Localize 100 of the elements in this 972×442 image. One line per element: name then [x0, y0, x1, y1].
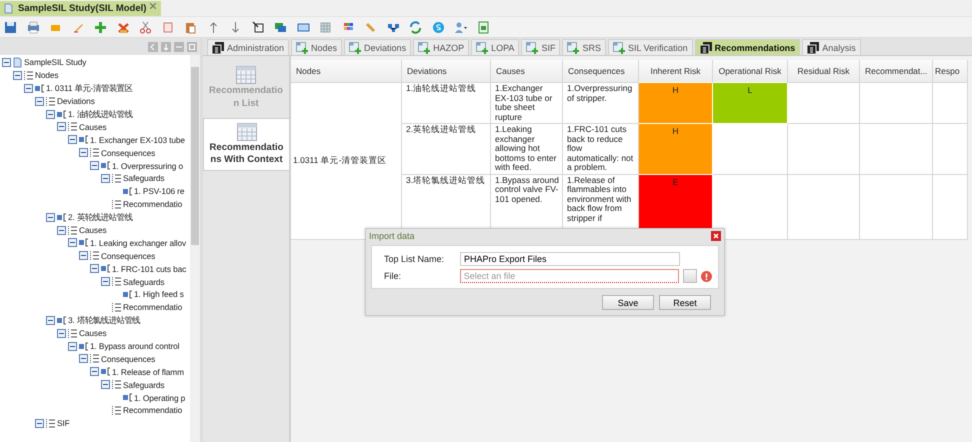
- tab[interactable]: Deviations: [344, 39, 412, 55]
- tree-item[interactable]: SampleSIL Study: [24, 57, 86, 68]
- tree-item[interactable]: 1. 油轮线进站管线: [68, 108, 132, 120]
- tree-item[interactable]: 1. Release of flamm: [112, 366, 184, 377]
- circle-icon[interactable]: [432, 20, 444, 34]
- copy-icon[interactable]: [162, 20, 174, 34]
- column-header[interactable]: Causes: [490, 60, 562, 82]
- tree-item[interactable]: Safeguards: [123, 173, 164, 184]
- tree-item[interactable]: 1. 0311 单元-清管装置区: [46, 82, 133, 94]
- tree-item[interactable]: 1. Bypass around control: [90, 341, 180, 352]
- collapse-icon[interactable]: [101, 277, 110, 286]
- column-header[interactable]: Operational Risk: [712, 60, 788, 82]
- tree-item[interactable]: 1. Overpressuring o: [112, 160, 183, 171]
- close-icon[interactable]: [711, 231, 721, 241]
- tree-item[interactable]: Nodes: [35, 70, 58, 80]
- tree-item[interactable]: 1. High feed s: [134, 289, 184, 300]
- collapse-icon[interactable]: [46, 110, 55, 118]
- tree-item[interactable]: Consequences: [101, 354, 156, 364]
- tree-item[interactable]: Causes: [79, 122, 107, 132]
- save-icon[interactable]: [4, 20, 17, 34]
- collapse-icon[interactable]: [68, 342, 77, 351]
- window-icon[interactable]: [274, 20, 287, 34]
- column-header[interactable]: Nodes: [291, 60, 402, 82]
- refresh-icon[interactable]: [409, 20, 422, 34]
- tab[interactable]: SIL Verification: [608, 39, 693, 55]
- print-icon[interactable]: [26, 20, 40, 34]
- dialog-button[interactable]: Reset: [659, 295, 711, 310]
- collapse-icon[interactable]: [90, 264, 99, 274]
- tab[interactable]: SRS: [562, 39, 606, 55]
- column-header[interactable]: Respo: [932, 60, 968, 82]
- document-tab[interactable]: SampleSIL Study(SIL Model): [0, 1, 162, 16]
- cut-icon[interactable]: [139, 20, 152, 34]
- collapse-icon[interactable]: [90, 367, 99, 376]
- down-icon[interactable]: [229, 20, 242, 34]
- tree-item[interactable]: Safeguards: [123, 276, 164, 287]
- collapse-icon[interactable]: [57, 122, 66, 132]
- tree-item[interactable]: Recommendatio: [123, 405, 182, 416]
- collapse-icon[interactable]: [13, 70, 22, 80]
- tab[interactable]: HAZOP: [413, 39, 470, 55]
- table-add-icon: [349, 42, 362, 54]
- table-add-icon: [476, 42, 488, 54]
- input-field[interactable]: Select an file: [460, 269, 680, 283]
- tree-item[interactable]: Recommendatio: [123, 302, 182, 312]
- tree-item[interactable]: 2. 英轮线进站管线: [68, 212, 132, 223]
- input-field[interactable]: PHAPro Export Files: [460, 252, 680, 266]
- dialog-button[interactable]: Save: [602, 295, 654, 310]
- tree-item[interactable]: Safeguards: [123, 380, 164, 390]
- record-icon: [56, 314, 67, 326]
- tab[interactable]: Administration: [207, 39, 290, 55]
- column-header[interactable]: Recommendat...: [860, 60, 932, 82]
- tab[interactable]: Analysis: [802, 39, 861, 55]
- tree-item[interactable]: SIF: [57, 418, 70, 428]
- tab[interactable]: LOPA: [471, 39, 520, 55]
- collapse-icon[interactable]: [101, 380, 110, 390]
- delete-icon[interactable]: [116, 20, 130, 34]
- tree-item[interactable]: 1. Exchanger EX-103 tube: [90, 134, 185, 145]
- column-header[interactable]: Inherent Risk: [638, 60, 712, 82]
- field-label: Top List Name:: [384, 254, 446, 264]
- field-label: File:: [384, 271, 402, 281]
- tree-item[interactable]: Recommendatio: [123, 199, 182, 210]
- collapse-icon[interactable]: [57, 328, 66, 338]
- tree-item[interactable]: 1. FRC-101 cuts bac: [112, 264, 186, 274]
- tree-item[interactable]: Causes: [79, 328, 107, 338]
- collapse-icon[interactable]: [46, 316, 55, 325]
- collapse-icon[interactable]: [79, 148, 88, 158]
- scrollbar[interactable]: [190, 55, 200, 442]
- add-icon[interactable]: [94, 20, 107, 34]
- tree-item[interactable]: Consequences: [101, 250, 156, 261]
- tree-item[interactable]: Consequences: [101, 148, 156, 158]
- collapse-icon[interactable]: [2, 58, 11, 67]
- tab[interactable]: Nodes: [291, 39, 342, 55]
- collapse-icon[interactable]: [101, 174, 110, 183]
- tree-item[interactable]: Deviations: [57, 96, 95, 106]
- collapse-icon[interactable]: [90, 161, 99, 170]
- report-item[interactable]: Recommendations With Context: [203, 118, 289, 172]
- collapse-icon[interactable]: [57, 226, 66, 235]
- collapse-icon[interactable]: [79, 251, 88, 260]
- collapse-icon[interactable]: [24, 84, 33, 93]
- column-header[interactable]: Deviations: [402, 60, 490, 82]
- table-cell: 1.Leaking exchanger allowing hot bottoms to enter with feed.: [490, 124, 562, 174]
- collapse-icon[interactable]: [79, 354, 88, 364]
- column-header[interactable]: Consequences: [562, 60, 638, 82]
- collapse-icon[interactable]: [68, 135, 77, 144]
- paste-icon[interactable]: [184, 20, 197, 34]
- tree-item[interactable]: 1. Operating p: [134, 392, 186, 403]
- collapse-icon[interactable]: [46, 212, 55, 222]
- collapse-icon[interactable]: [68, 238, 77, 248]
- tree-item[interactable]: 1. PSV-106 re: [134, 186, 184, 196]
- tab[interactable]: Recommendations: [694, 39, 800, 55]
- tree-item[interactable]: 3. 塔轮氯线进站管线: [68, 314, 140, 326]
- column-header[interactable]: Residual Risk: [788, 60, 860, 82]
- tree-item[interactable]: 1. Leaking exchanger allov: [90, 238, 186, 248]
- close-icon[interactable]: [150, 3, 156, 9]
- tree-item[interactable]: Causes: [79, 225, 107, 236]
- sheet-icon[interactable]: [476, 20, 490, 34]
- collapse-icon[interactable]: [35, 96, 44, 106]
- report-icon: [212, 42, 224, 54]
- tab[interactable]: SIF: [521, 39, 560, 55]
- list-icon: [111, 379, 122, 390]
- collapse-icon[interactable]: [35, 418, 44, 428]
